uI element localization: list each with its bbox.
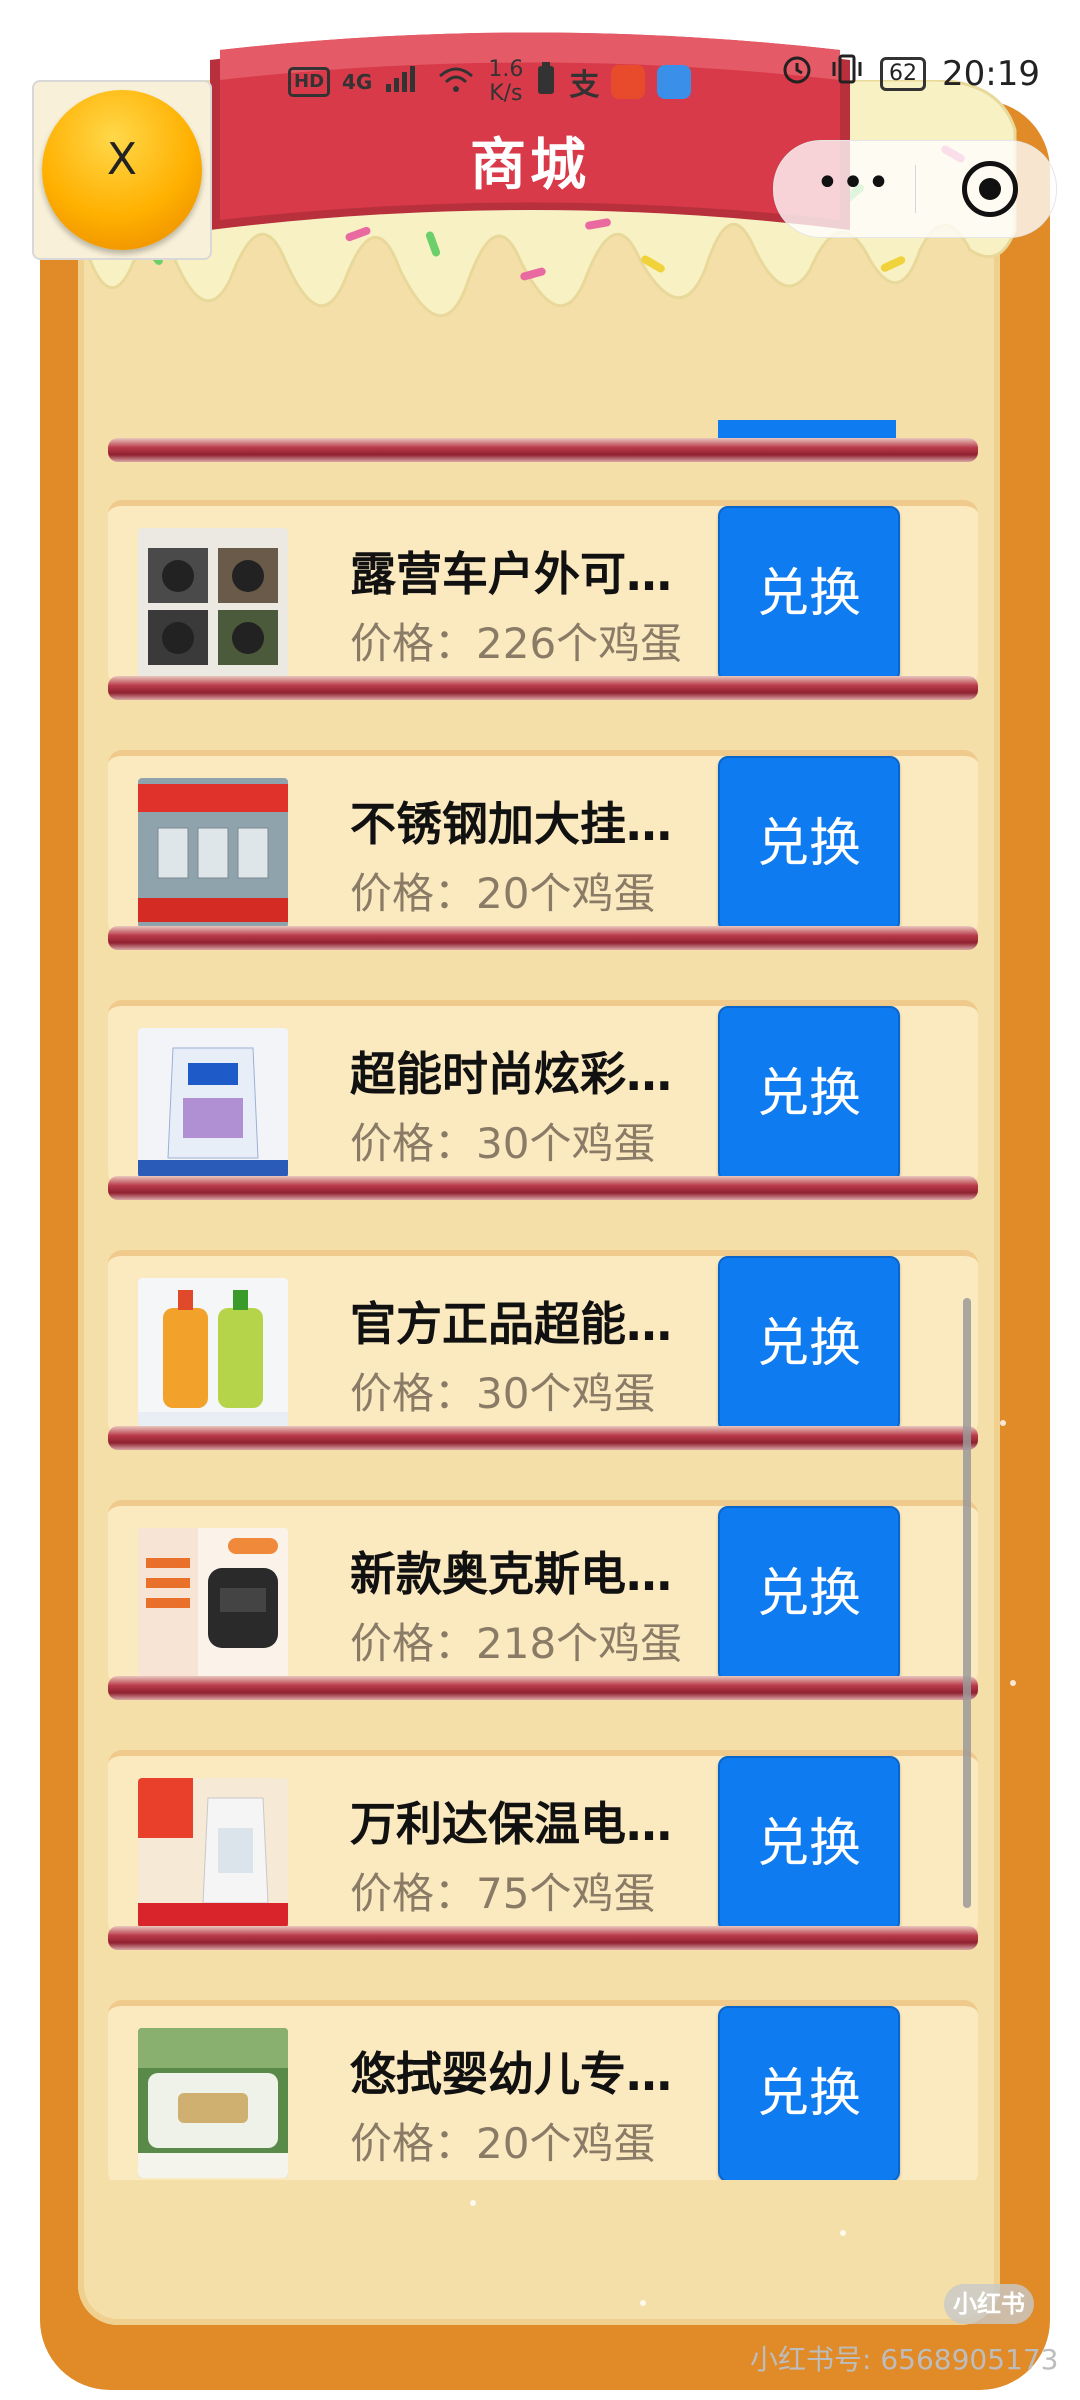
battery-warning-icon: [535, 61, 557, 103]
network-type: 4G: [342, 70, 373, 94]
product-name: 官方正品超能…: [350, 1297, 672, 1351]
net-speed-value: 1.6: [488, 57, 524, 82]
status-bar: HD 4G 1.6 K/s 支 62 20:19: [0, 0, 1080, 150]
product-name: 不锈钢加大挂…: [350, 797, 672, 851]
product-item: 万利达保温电… 价格：75个鸡蛋 兑换: [108, 1730, 978, 1950]
watermark-badge: 小红书: [944, 2284, 1034, 2324]
exchange-button[interactable]: 兑换: [718, 506, 900, 682]
capsule-divider: [915, 165, 916, 213]
sprinkle-dot: [1000, 1420, 1006, 1426]
shelf-divider: [108, 926, 978, 950]
net-speed: 1.6 K/s: [488, 58, 523, 106]
exchange-button[interactable]: 兑换: [718, 2006, 900, 2180]
product-name: 悠拭婴幼儿专…: [350, 2047, 672, 2101]
hd-badge: HD: [288, 67, 331, 97]
close-miniprogram-icon[interactable]: [962, 161, 1018, 217]
detergent-bag-image: [138, 1028, 288, 1178]
status-right: 62 20:19: [780, 52, 1040, 95]
product-name: 万利达保温电…: [350, 1797, 672, 1851]
product-price: 价格：218个鸡蛋: [350, 1619, 683, 1668]
miniprogram-capsule: •••: [773, 140, 1057, 238]
battery-level: 62: [880, 56, 927, 91]
product-item: 悠拭婴幼儿专… 价格：20个鸡蛋 兑换: [108, 1980, 978, 2180]
signal-icon: [384, 64, 424, 101]
product-price: 价格：226个鸡蛋: [350, 619, 683, 668]
more-icon[interactable]: •••: [814, 163, 894, 213]
exchange-button[interactable]: 兑换: [718, 1006, 900, 1182]
controller-app-icon: [657, 65, 692, 99]
product-price: 价格：20个鸡蛋: [350, 869, 656, 918]
product-price: 价格：30个鸡蛋: [350, 1119, 656, 1168]
product-price: 价格：20个鸡蛋: [350, 2119, 656, 2168]
status-left: HD 4G 1.6 K/s 支: [288, 58, 692, 106]
sprinkle-dot: [1010, 1680, 1016, 1686]
product-name: 超能时尚炫彩…: [350, 1047, 672, 1101]
shelf-divider: [108, 676, 978, 700]
sprinkle-dot: [840, 2230, 846, 2236]
sprinkle-dot: [640, 2300, 646, 2306]
watermark-text: 小红书号: 6568905173: [750, 2343, 1059, 2376]
shelf-divider: [108, 1676, 978, 1700]
shelf-divider: [108, 1176, 978, 1200]
product-price: 价格：75个鸡蛋: [350, 1869, 656, 1918]
vibrate-icon: [830, 52, 864, 95]
net-speed-unit: K/s: [489, 81, 523, 106]
sprinkle-dot: [470, 2200, 476, 2206]
camping-wheels-image: [138, 528, 288, 678]
dish-soap-bottles-image: [138, 1278, 288, 1428]
product-price: 价格：30个鸡蛋: [350, 1369, 656, 1418]
exchange-button[interactable]: 兑换: [718, 1256, 900, 1432]
product-item: 超能时尚炫彩… 价格：30个鸡蛋 兑换: [108, 980, 978, 1200]
game-app-icon: [611, 65, 646, 99]
electric-kettle-image: [138, 1778, 288, 1928]
shelf-divider: [108, 438, 978, 462]
exchange-button[interactable]: 兑换: [718, 1756, 900, 1932]
product-name: 露营车户外可…: [350, 547, 672, 601]
product-list[interactable]: 露营车户外可… 价格：226个鸡蛋 兑换 不锈钢加大挂… 价格：20个鸡蛋 兑换…: [108, 420, 978, 2180]
product-item: 官方正品超能… 价格：30个鸡蛋 兑换: [108, 1230, 978, 1450]
baby-wipes-image: [138, 2028, 288, 2178]
rice-cooker-image: [138, 1528, 288, 1678]
product-item: 不锈钢加大挂… 价格：20个鸡蛋 兑换: [108, 730, 978, 950]
list-scrollbar[interactable]: [963, 1298, 971, 1908]
clock: 20:19: [942, 53, 1040, 94]
product-name: 新款奥克斯电…: [350, 1547, 672, 1601]
product-item: 露营车户外可… 价格：226个鸡蛋 兑换: [108, 480, 978, 700]
wifi-icon: [436, 64, 476, 101]
shelf-divider: [108, 1426, 978, 1450]
steel-hooks-image: [138, 778, 288, 928]
alipay-icon: 支: [569, 68, 600, 103]
alarm-icon: [780, 52, 814, 95]
exchange-button[interactable]: 兑换: [718, 756, 900, 932]
product-item: 新款奥克斯电… 价格：218个鸡蛋 兑换: [108, 1480, 978, 1700]
exchange-button[interactable]: 兑换: [718, 1506, 900, 1682]
shelf-divider: [108, 1926, 978, 1950]
